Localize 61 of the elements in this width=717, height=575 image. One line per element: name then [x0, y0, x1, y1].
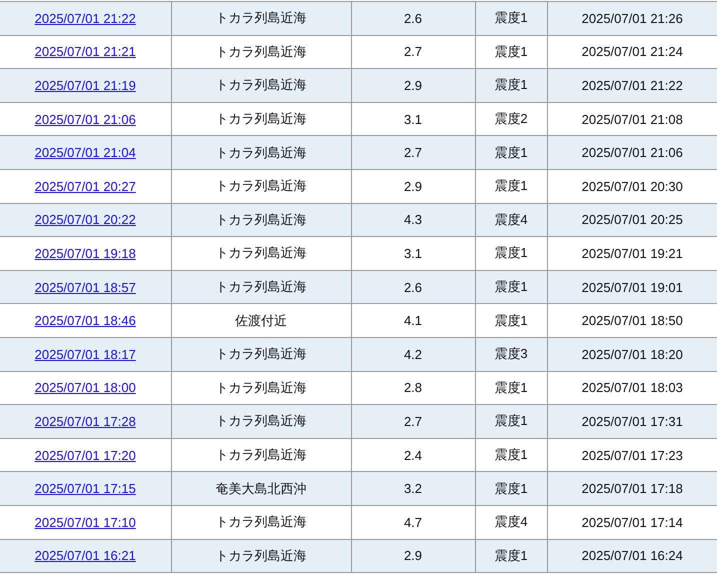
intensity-cell: 震度1 — [475, 236, 547, 270]
earthquake-time-link[interactable]: 2025/07/01 16:21 — [34, 548, 136, 564]
intensity-cell: 震度1 — [475, 68, 547, 102]
region-cell: トカラ列島近海 — [171, 337, 351, 372]
magnitude-cell: 2.9 — [351, 169, 475, 204]
earthquake-time-link[interactable]: 2025/07/01 17:15 — [34, 481, 136, 496]
magnitude-cell: 4.7 — [351, 505, 475, 539]
earthquake-time-link[interactable]: 2025/07/01 20:27 — [34, 178, 136, 194]
intensity-cell: 震度3 — [475, 337, 547, 372]
earthquake-time-link[interactable]: 2025/07/01 19:18 — [34, 246, 136, 261]
region-cell: トカラ列島近海 — [171, 539, 351, 573]
region-cell: 佐渡付近 — [171, 304, 351, 338]
magnitude-cell: 2.7 — [351, 404, 475, 438]
earthquake-time-link[interactable]: 2025/07/01 21:21 — [34, 44, 136, 60]
announced-time-cell: 2025/07/01 17:14 — [547, 505, 717, 539]
intensity-cell: 震度4 — [475, 505, 547, 539]
intensity-cell: 震度1 — [475, 169, 547, 204]
intensity-cell: 震度1 — [475, 472, 547, 506]
intensity-cell: 震度1 — [475, 539, 547, 573]
region-cell: トカラ列島近海 — [171, 2, 351, 36]
region-cell: トカラ列島近海 — [171, 404, 351, 438]
announced-time-cell: 2025/07/01 17:31 — [547, 404, 717, 438]
earthquake-time-link[interactable]: 2025/07/01 18:57 — [34, 280, 136, 295]
announced-time-cell: 2025/07/01 16:24 — [547, 539, 717, 573]
announced-time-cell: 2025/07/01 17:18 — [547, 472, 717, 506]
earthquake-time-link[interactable]: 2025/07/01 21:04 — [34, 145, 136, 160]
magnitude-cell: 3.1 — [351, 236, 475, 270]
announced-time-cell: 2025/07/01 18:50 — [547, 304, 717, 338]
announced-time-cell: 2025/07/01 21:26 — [547, 2, 717, 36]
announced-time-cell: 2025/07/01 20:30 — [547, 169, 717, 204]
magnitude-cell: 2.9 — [351, 68, 475, 102]
announced-time-cell: 2025/07/01 19:21 — [547, 236, 717, 270]
intensity-cell: 震度1 — [475, 2, 547, 36]
earthquake-time-link[interactable]: 2025/07/01 17:28 — [34, 414, 136, 429]
region-cell: トカラ列島近海 — [171, 169, 351, 204]
region-cell: トカラ列島近海 — [171, 136, 351, 170]
earthquake-time-link[interactable]: 2025/07/01 20:22 — [34, 212, 136, 228]
earthquake-time-link[interactable]: 2025/07/01 21:22 — [34, 10, 136, 26]
earthquake-time-link[interactable]: 2025/07/01 21:19 — [34, 78, 136, 93]
announced-time-cell: 2025/07/01 21:22 — [547, 68, 717, 102]
intensity-cell: 震度1 — [475, 304, 547, 338]
region-cell: トカラ列島近海 — [171, 236, 351, 270]
earthquake-time-link[interactable]: 2025/07/01 21:06 — [34, 112, 136, 127]
magnitude-cell: 3.2 — [351, 472, 475, 506]
earthquake-time-link[interactable]: 2025/07/01 18:46 — [34, 313, 136, 328]
intensity-cell: 震度1 — [475, 404, 547, 438]
announced-time-cell: 2025/07/01 18:20 — [547, 337, 717, 372]
magnitude-cell: 2.9 — [351, 539, 475, 573]
region-cell: 奄美大島北西沖 — [171, 472, 351, 506]
announced-time-cell: 2025/07/01 21:06 — [547, 136, 717, 170]
magnitude-cell: 4.1 — [351, 304, 475, 338]
magnitude-cell: 4.2 — [351, 337, 475, 372]
intensity-cell: 震度1 — [475, 136, 547, 170]
earthquake-time-link[interactable]: 2025/07/01 18:00 — [34, 380, 136, 396]
earthquake-time-link[interactable]: 2025/07/01 18:17 — [34, 346, 136, 362]
earthquake-time-link[interactable]: 2025/07/01 17:10 — [34, 514, 136, 530]
region-cell: トカラ列島近海 — [171, 68, 351, 102]
region-cell: トカラ列島近海 — [171, 505, 351, 539]
earthquake-time-link[interactable]: 2025/07/01 17:20 — [34, 448, 136, 463]
magnitude-cell: 2.7 — [351, 136, 475, 170]
magnitude-cell: 2.6 — [351, 2, 475, 36]
